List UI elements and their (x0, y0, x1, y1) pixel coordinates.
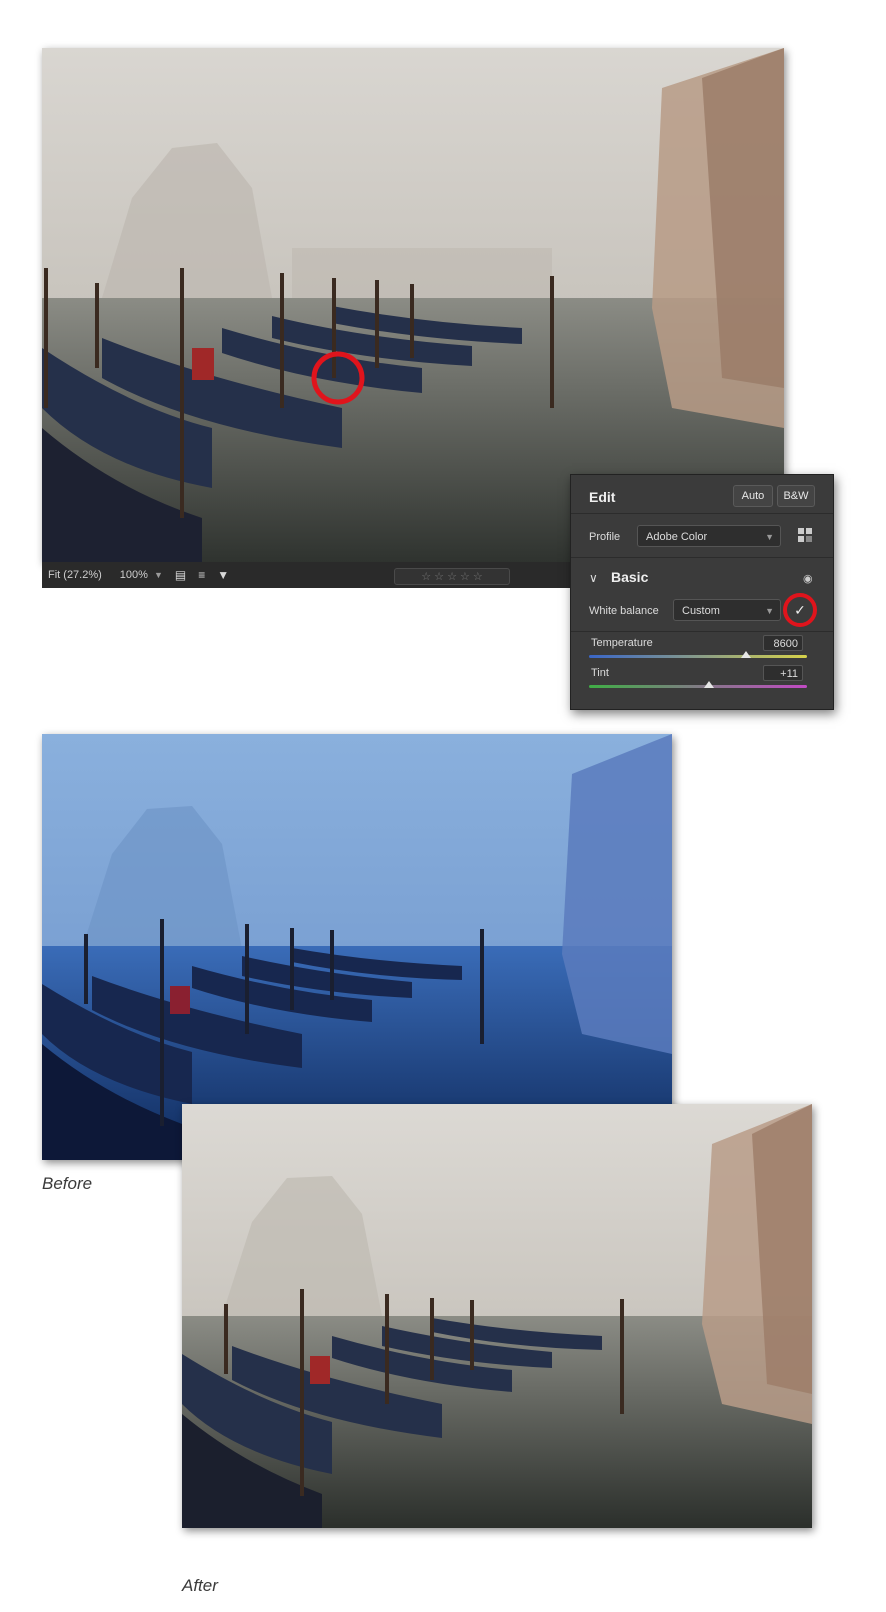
white-balance-dropdown[interactable]: Custom ▼ (673, 599, 781, 621)
filter-icon[interactable]: ▼ (217, 568, 229, 582)
sort-icon[interactable]: ≡ (198, 568, 205, 582)
eyedropper-icon[interactable]: ✓ (783, 593, 817, 627)
after-photo (182, 1104, 812, 1528)
basic-section-title[interactable]: Basic (611, 569, 648, 585)
after-caption: After (182, 1576, 218, 1595)
white-balance-label: White balance (589, 605, 659, 617)
divider (571, 631, 833, 632)
temperature-label: Temperature (591, 637, 653, 649)
eye-icon[interactable]: ◉ (803, 572, 813, 585)
tint-slider-thumb[interactable] (703, 681, 714, 688)
profile-value: Adobe Color (646, 531, 708, 543)
auto-button[interactable]: Auto (733, 485, 773, 507)
white-balance-value: Custom (682, 605, 720, 617)
temperature-value[interactable]: 8600 (763, 635, 803, 651)
profile-dropdown[interactable]: Adobe Color ▼ (637, 525, 781, 547)
photo-view-icon[interactable]: ▤ (175, 568, 186, 582)
fit-zoom-button[interactable]: Fit (27.2%) (48, 569, 102, 581)
star-rating[interactable]: ☆ ☆ ☆ ☆ ☆ (394, 568, 510, 585)
tint-slider[interactable] (589, 685, 807, 688)
divider (571, 557, 833, 558)
edit-panel: Edit Auto B&W Profile Adobe Color ▼ ∨ Ba… (570, 474, 834, 710)
temperature-slider-thumb[interactable] (740, 651, 751, 658)
edit-panel-title: Edit (589, 489, 616, 505)
chevron-down-icon[interactable]: ▼ (154, 570, 163, 580)
before-photo (42, 734, 672, 1160)
bw-button[interactable]: B&W (777, 485, 815, 507)
chevron-down-icon[interactable]: ∨ (589, 571, 598, 585)
temperature-slider[interactable] (589, 655, 807, 658)
divider (571, 513, 833, 514)
tint-label: Tint (591, 667, 609, 679)
chevron-down-icon: ▼ (765, 606, 774, 616)
tint-value[interactable]: +11 (763, 665, 803, 681)
profile-browser-icon[interactable] (797, 527, 813, 543)
chevron-down-icon: ▼ (765, 532, 774, 542)
before-caption: Before (42, 1174, 93, 1193)
profile-label: Profile (589, 531, 621, 543)
zoom-level-button[interactable]: 100% (120, 569, 148, 581)
